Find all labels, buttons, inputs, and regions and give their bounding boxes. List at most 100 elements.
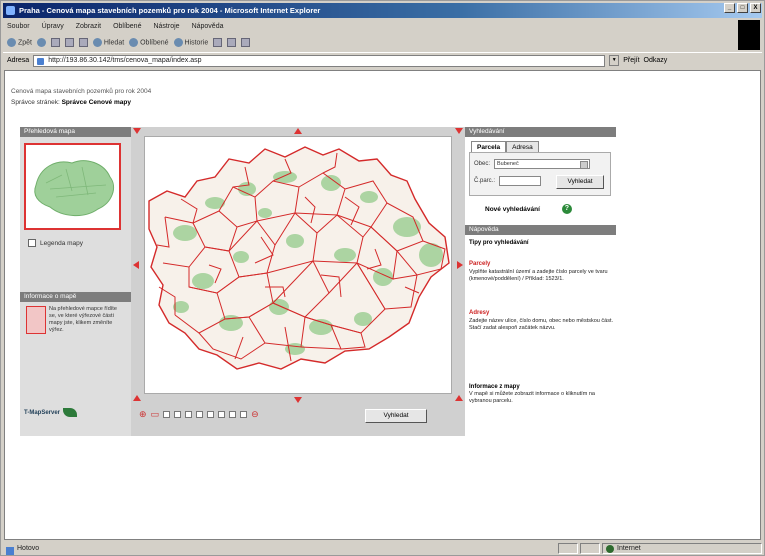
overview-header: Přehledová mapa <box>20 127 131 137</box>
pan-northwest-icon[interactable] <box>133 128 141 134</box>
ie-icon <box>6 6 15 15</box>
status-segment <box>580 543 600 554</box>
windows-logo <box>738 20 760 50</box>
back-button[interactable]: Zpět <box>7 37 32 47</box>
address-dropdown-icon[interactable]: ▼ <box>609 55 620 66</box>
search-button[interactable]: Hledat <box>92 37 124 47</box>
favorites-button[interactable]: Oblíbené <box>129 37 169 47</box>
new-search-link[interactable]: Nové vyhledávání <box>485 206 540 213</box>
favorites-label: Oblíbené <box>140 38 169 46</box>
pan-southeast-icon[interactable] <box>455 395 463 401</box>
zoom-level-7[interactable] <box>229 411 237 418</box>
zoom-level-1[interactable] <box>163 411 171 418</box>
zoom-level-8[interactable] <box>240 411 248 418</box>
tab-address[interactable]: Adresa <box>506 141 539 152</box>
page-subtitle: Správce stránek: Správce Cenové mapy <box>11 99 131 106</box>
mail-icon[interactable] <box>213 37 223 47</box>
hint-parcels: Parcely Vyplňte katastrální území a zade… <box>469 261 613 283</box>
history-button[interactable]: Historie <box>173 37 209 47</box>
address-bar: Adresa http://193.86.30.142/tms/cenova_m… <box>3 52 762 68</box>
hints-title: Tipy pro vyhledávání <box>469 240 613 247</box>
menu-view[interactable]: Zobrazit <box>76 20 101 33</box>
legend-checkbox[interactable] <box>28 239 36 247</box>
status-segment <box>558 543 578 554</box>
search-form: Obec: Bubeneč Č.parc.: Vyhledat <box>469 152 611 196</box>
admin-value: Správce Cenové mapy <box>61 99 131 106</box>
hint-map-info: Informace z mapy V mapě si můžete zobraz… <box>469 384 613 405</box>
parcel-input[interactable] <box>499 176 542 186</box>
overview-map-graphic <box>34 160 114 216</box>
legend-checkbox-row[interactable]: Legenda mapy <box>28 239 83 247</box>
map-application: Přehledová mapa Legenda mapy Informace o… <box>20 127 616 436</box>
district-label: Obec: <box>474 161 491 167</box>
menu-tools[interactable]: Nástroje <box>153 20 179 33</box>
tab-parcel[interactable]: Parcela <box>471 141 507 152</box>
home-icon[interactable] <box>78 37 88 47</box>
go-button[interactable]: Přejít <box>623 57 639 64</box>
leaf-icon <box>63 408 78 417</box>
search-header: Vyhledávání <box>465 127 616 137</box>
zoom-out-icon[interactable]: ⊖ <box>251 410 259 419</box>
legend-checkbox-label: Legenda mapy <box>40 239 84 247</box>
search-button[interactable]: Vyhledat <box>556 175 604 189</box>
refresh-icon[interactable] <box>64 37 74 47</box>
zoom-level-3[interactable] <box>185 411 193 418</box>
menu-file[interactable]: Soubor <box>7 20 30 33</box>
address-input[interactable]: http://193.86.30.142/tms/cenova_mapa/ind… <box>33 54 606 67</box>
window-title: Praha - Cenová mapa stavebních pozemků p… <box>19 6 321 15</box>
zoom-in-icon[interactable]: ⊕ <box>139 410 147 419</box>
parcel-label: Č.parc.: <box>474 178 496 184</box>
left-panel: Přehledová mapa Legenda mapy Informace o… <box>20 127 131 436</box>
help-icon[interactable]: ? <box>561 204 572 214</box>
stop-icon[interactable] <box>50 37 60 47</box>
zoom-level-4[interactable] <box>196 411 204 418</box>
district-select[interactable]: Bubeneč <box>494 159 591 169</box>
logo-text: T-MapServer <box>24 409 61 416</box>
menu-help[interactable]: Nápověda <box>192 20 224 33</box>
menu-favorites[interactable]: Oblíbené <box>113 20 141 33</box>
close-button[interactable]: X <box>750 3 761 13</box>
pan-west-icon[interactable] <box>133 261 139 269</box>
pan-north-icon[interactable] <box>294 128 302 134</box>
zoom-bar: ⊕ ▭ ⊖ <box>139 410 259 419</box>
address-label: Adresa <box>7 57 30 64</box>
pan-east-icon[interactable] <box>457 261 463 269</box>
links-button[interactable]: Odkazy <box>644 57 668 64</box>
tmapserver-logo: T-MapServer <box>24 408 78 417</box>
print-icon[interactable] <box>227 37 237 47</box>
new-search-row[interactable]: Nové vyhledávání ? <box>485 204 572 214</box>
district-map-graphic <box>148 146 450 370</box>
pan-northeast-icon[interactable] <box>455 128 463 134</box>
standard-toolbar: Zpět Hledat Oblíbené Historie <box>3 34 733 50</box>
history-label: Historie <box>184 38 209 46</box>
minimize-button[interactable]: _ <box>724 3 735 13</box>
map-search-button[interactable]: Vyhledat <box>365 409 427 423</box>
edit-icon[interactable] <box>241 37 251 47</box>
pan-southwest-icon[interactable] <box>133 395 141 401</box>
hint-parcels-title: Parcely <box>469 261 491 267</box>
parcel-row: Č.parc.: <box>474 176 542 186</box>
window-controls: _ □ X <box>724 3 761 13</box>
zoom-level-6[interactable] <box>218 411 226 418</box>
zoom-box-icon[interactable]: ▭ <box>151 410 160 419</box>
search-icon <box>92 37 102 47</box>
pan-south-icon[interactable] <box>294 397 302 403</box>
forward-arrow-icon[interactable] <box>36 37 46 47</box>
map-info-text: Na přehledové mapce řídíte se, ve které … <box>49 306 117 333</box>
menu-edit[interactable]: Úpravy <box>42 20 64 33</box>
admin-label: Správce stránek: <box>11 99 60 106</box>
back-label: Zpět <box>17 38 32 46</box>
overview-map[interactable] <box>24 143 121 230</box>
zoom-level-2[interactable] <box>174 411 182 418</box>
cadastral-map[interactable] <box>144 136 452 394</box>
maximize-button[interactable]: □ <box>737 3 748 13</box>
hint-addresses-title: Adresy <box>469 310 490 316</box>
hint-addresses: Adresy Zadejte název ulice, číslo domu, … <box>469 310 613 332</box>
map-info: Na přehledové mapce řídíte se, ve které … <box>26 306 124 334</box>
page-content: Cenová mapa stavebních pozemků pro rok 2… <box>4 70 761 540</box>
security-zone: Internet <box>602 543 762 554</box>
hint-addresses-text: Zadejte název ulice, číslo domu, obec ne… <box>469 318 613 331</box>
title-bar: Praha - Cenová mapa stavebních pozemků p… <box>3 3 762 18</box>
zoom-level-5[interactable] <box>207 411 215 418</box>
map-area: ⊕ ▭ ⊖ Vyhledat <box>131 127 465 436</box>
